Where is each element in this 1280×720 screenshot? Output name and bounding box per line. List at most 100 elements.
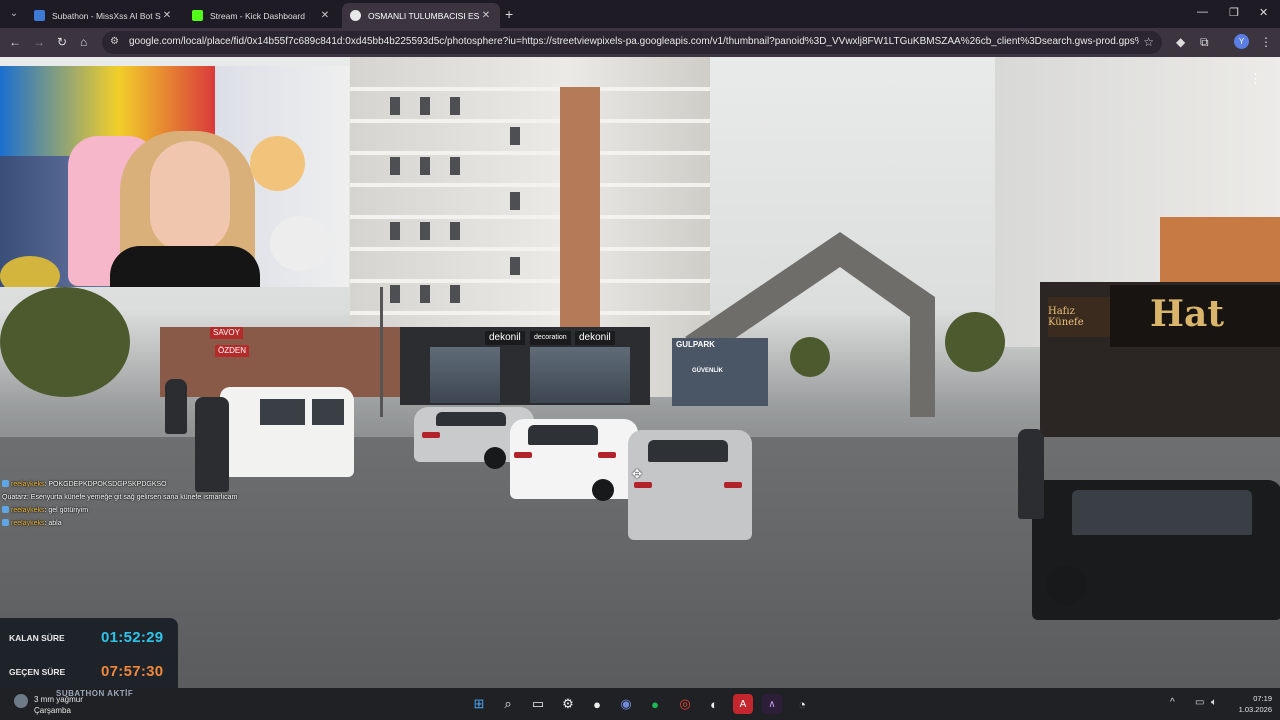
streamer-shirt	[110, 246, 260, 287]
tab-kick-dashboard[interactable]: Stream - Kick Dashboard ✕	[184, 3, 339, 28]
clock-time: 07:19	[1253, 694, 1272, 703]
tree	[945, 312, 1005, 372]
reload-icon[interactable]: ↻	[57, 35, 67, 49]
windows-start-icon[interactable]: ⊞	[469, 694, 489, 714]
chat-username: reelaykeks	[11, 481, 45, 488]
plush-toy	[0, 256, 60, 287]
chat-text: Esenyurta künefe yemeğe git sağ gelirsen…	[30, 494, 238, 501]
chat-message: reelaykeks: gel götüriyim	[2, 504, 262, 517]
webcam-overlay	[0, 66, 349, 287]
network-icon[interactable]: ▭	[1195, 697, 1204, 708]
savoy-sign: SAVOY	[210, 327, 243, 339]
system-clock[interactable]: 07:19 1.03.2026	[1224, 693, 1272, 715]
new-tab-button[interactable]: +	[505, 6, 513, 22]
app-icon[interactable]: ∧	[762, 694, 782, 714]
tree	[790, 337, 830, 377]
gulpark-sign: GULPARK	[676, 340, 715, 349]
chat-username: reelaykeks	[11, 520, 45, 527]
chat-text: abla	[48, 520, 62, 527]
task-view-icon[interactable]: ▭	[528, 694, 548, 714]
search-icon[interactable]: ⌕	[498, 694, 518, 714]
chat-text: gel götüriyim	[48, 507, 89, 514]
pedestrian	[1018, 429, 1044, 519]
move-cursor-icon: ✥	[632, 467, 643, 481]
tray-chevron-icon[interactable]: ^	[1170, 697, 1175, 708]
close-window-icon[interactable]: ✕	[1259, 6, 1268, 19]
profile-avatar[interactable]: Y	[1234, 34, 1249, 49]
chat-text: POKGDEPKDPOKSDGPSKPDGKSO	[48, 481, 167, 488]
badge-icon	[2, 519, 9, 526]
pedestrian	[165, 379, 187, 434]
clock-date: 1.03.2026	[1238, 705, 1272, 714]
browser-toolbar: ← → ↻ ⌂ ⚙ google.com/local/place/fid/0x1…	[0, 28, 1280, 57]
close-icon[interactable]: ✕	[319, 10, 331, 21]
site-info-icon[interactable]: ⚙	[110, 36, 122, 48]
restore-icon[interactable]: ❐	[1229, 6, 1239, 19]
plush-toy	[270, 216, 330, 271]
discord-icon[interactable]: ◉	[616, 694, 636, 714]
minimize-icon[interactable]: —	[1197, 6, 1208, 18]
github-icon[interactable]: ●	[587, 694, 607, 714]
streamer-face	[150, 141, 230, 251]
elapsed-label: GEÇEN SÜRE	[9, 667, 66, 677]
badge-icon	[2, 506, 9, 513]
kick-icon	[192, 10, 203, 21]
dekonil-sign-2: dekonil	[575, 331, 615, 345]
tab-street-view[interactable]: OSMANLI TULUMBACISI ESENY ✕	[342, 3, 500, 28]
chrome-icon[interactable]: ◎	[675, 694, 695, 714]
tab-title: OSMANLI TULUMBACISI ESENY	[368, 10, 480, 21]
plush-toy	[250, 136, 305, 191]
ozden-sign: ÖZDEN	[215, 345, 249, 357]
rain-cloud-icon	[14, 694, 28, 708]
home-icon[interactable]: ⌂	[80, 35, 87, 49]
chat-username: Quatarz	[2, 494, 27, 501]
white-van	[220, 387, 354, 477]
subathon-timer: KALAN SÜRE 01:52:29 GEÇEN SÜRE 07:57:30	[0, 618, 178, 688]
street-view-menu-icon[interactable]: ⋮	[1249, 71, 1262, 87]
elapsed-value: 07:57:30	[101, 663, 164, 680]
hat-sign: Hat	[1110, 285, 1280, 347]
volume-icon[interactable]: 🔈︎	[1211, 697, 1217, 708]
tab-subathon[interactable]: Subathon - MissXss AI Bot Syste ✕	[26, 3, 181, 28]
close-icon[interactable]: ✕	[161, 10, 173, 21]
url-text[interactable]: google.com/local/place/fid/0x14b55f7c689…	[129, 36, 1139, 47]
chat-message: reelaykeks: abla	[2, 517, 262, 530]
black-car	[1032, 480, 1280, 620]
tab-title: Stream - Kick Dashboard	[210, 10, 305, 21]
dekonil-sign: dekonil	[485, 331, 525, 345]
close-icon[interactable]: ✕	[480, 10, 492, 21]
extensions-puzzle-icon[interactable]: ⧉	[1200, 35, 1209, 50]
chat-overlay: reelaykeks: POKGDEPKDPOKSDGPSKPDGKSO Qua…	[2, 478, 262, 530]
weather-day: Çarşamba	[34, 706, 71, 715]
remaining-value: 01:52:29	[101, 629, 164, 646]
extension-diamond-icon[interactable]: ◆	[1176, 35, 1185, 49]
white-hatchback	[510, 419, 638, 501]
decoration-sign: decoration	[530, 331, 571, 345]
spotify-icon[interactable]: ●	[645, 694, 665, 714]
badge-icon	[2, 480, 9, 487]
bookmark-star-icon[interactable]: ☆	[1143, 35, 1154, 49]
gulpark-guardhouse: GULPARK GÜVENLİK	[672, 338, 768, 406]
address-bar[interactable]: ⚙ google.com/local/place/fid/0x14b55f7c6…	[102, 31, 1162, 54]
acrobat-icon[interactable]: A	[733, 694, 753, 714]
back-icon[interactable]: ←	[9, 35, 21, 49]
steam-icon[interactable]: ◐	[704, 694, 724, 714]
chat-message: reelaykeks: POKGDEPKDPOKSDGPSKPDGKSO	[2, 478, 262, 491]
dekonil-shopfront: dekonil decoration dekonil	[400, 327, 650, 405]
tree	[0, 287, 130, 397]
remaining-label: KALAN SÜRE	[9, 633, 65, 643]
subathon-status: SUBATHON AKTİF	[56, 689, 134, 698]
hafiz-kunefe-sign: Hafız Künefe	[1048, 297, 1110, 337]
silver-sedan	[628, 430, 752, 540]
flag-pole	[380, 287, 383, 417]
obs-icon[interactable]: ◔	[792, 694, 812, 714]
chat-message: Quatarz: Esenyurta künefe yemeğe git sağ…	[2, 494, 238, 501]
tab-strip: ⌄ Subathon - MissXss AI Bot Syste ✕ Stre…	[0, 0, 1280, 28]
guvenlik-sign: GÜVENLİK	[692, 368, 724, 374]
menu-kebab-icon[interactable]: ⋮	[1260, 35, 1272, 49]
shield-icon	[34, 10, 45, 21]
google-icon	[350, 10, 361, 21]
settings-gear-icon[interactable]: ⚙	[558, 694, 578, 714]
forward-icon[interactable]: →	[33, 35, 45, 49]
tab-search-icon[interactable]: ⌄	[6, 5, 22, 21]
